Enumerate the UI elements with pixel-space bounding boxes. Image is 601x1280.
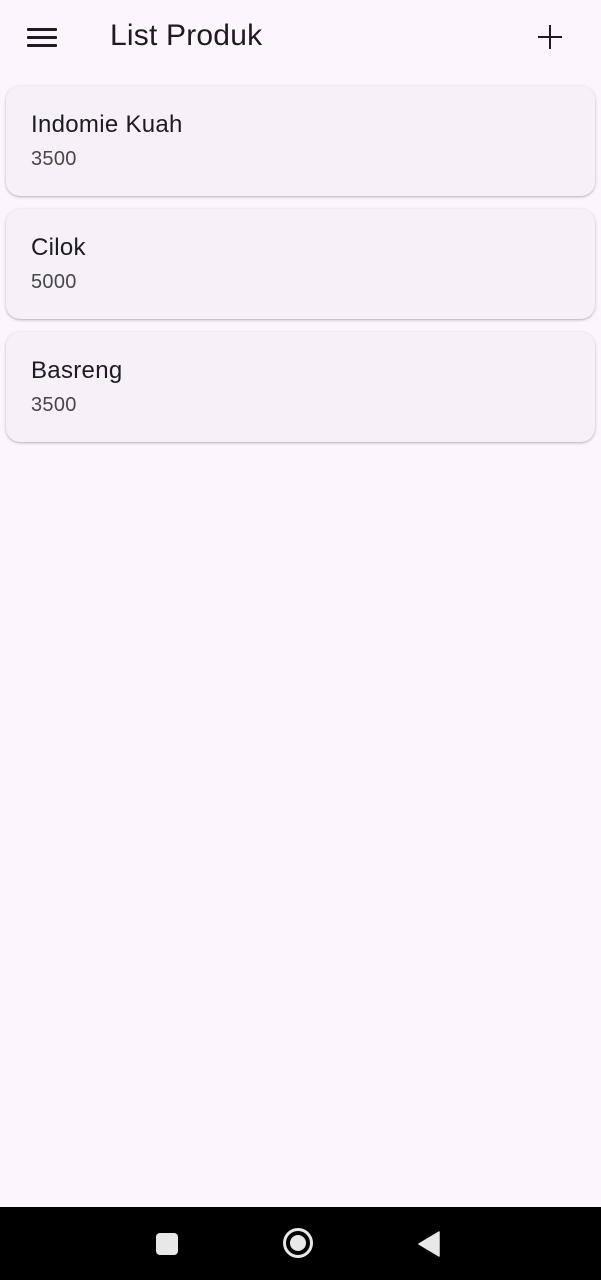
product-name: Cilok xyxy=(31,234,86,261)
add-product-button[interactable] xyxy=(527,14,573,60)
home-circle-icon[interactable] xyxy=(283,1228,313,1258)
hamburger-menu-icon xyxy=(27,28,57,48)
app-bar: List Produk xyxy=(0,0,601,74)
product-price: 3500 xyxy=(31,148,77,170)
product-price: 5000 xyxy=(31,271,77,293)
product-card[interactable]: Cilok 5000 xyxy=(6,209,595,319)
product-list: Indomie Kuah 3500 Cilok 5000 Basreng 350… xyxy=(6,86,595,455)
page-title: List Produk xyxy=(110,19,263,52)
product-name: Indomie Kuah xyxy=(31,111,183,138)
recents-square-icon[interactable] xyxy=(156,1233,178,1255)
system-navigation-bar xyxy=(0,1207,601,1280)
plus-icon xyxy=(538,25,562,49)
back-triangle-icon[interactable] xyxy=(418,1231,440,1257)
menu-button[interactable] xyxy=(19,15,65,61)
product-name: Basreng xyxy=(31,357,123,384)
product-card[interactable]: Basreng 3500 xyxy=(6,332,595,442)
product-card[interactable]: Indomie Kuah 3500 xyxy=(6,86,595,196)
product-price: 3500 xyxy=(31,394,77,416)
